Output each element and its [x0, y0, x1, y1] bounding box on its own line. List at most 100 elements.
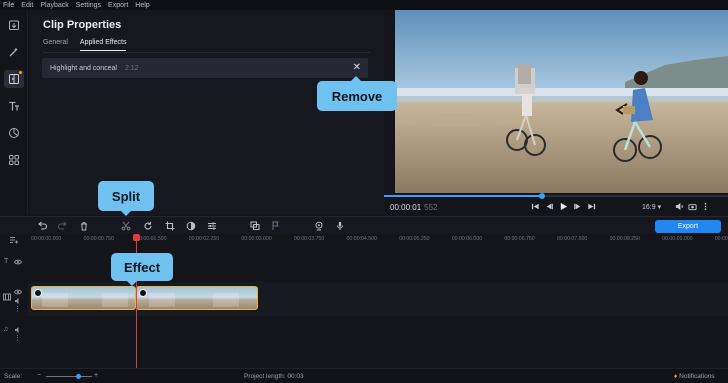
ruler-tick-label: 00:00:05.250 [399, 236, 430, 242]
trash-icon [81, 222, 87, 231]
menu-settings[interactable]: Settings [76, 2, 101, 9]
playhead-handle[interactable] [133, 234, 140, 241]
redo-icon [58, 221, 67, 230]
remove-effect-button[interactable]: ✕ [353, 62, 361, 73]
clip-properties-panel: Clip Properties General Applied Effects … [29, 10, 384, 215]
ruler-tick-label: 00:00:03.750 [294, 236, 325, 242]
rotate-icon [144, 221, 152, 230]
skip-start-button[interactable] [530, 201, 540, 211]
more-tools-icon [9, 155, 19, 165]
crop-icon [165, 221, 175, 231]
text-track-icon: T [4, 258, 9, 265]
tab-general[interactable]: General [43, 39, 68, 51]
zoom-in-button[interactable]: + [94, 372, 98, 379]
video-frame [395, 10, 728, 193]
ruler-tick-label: 00:00:02.250 [188, 236, 220, 242]
applied-effect-row[interactable]: Highlight and conceal 2:12 ✕ [42, 58, 368, 78]
panel-title: Clip Properties [43, 19, 122, 31]
transitions-button[interactable] [4, 70, 24, 88]
play-button[interactable] [558, 201, 568, 211]
stickers-icon [9, 128, 19, 138]
project-length: Project length: 00:03 [244, 373, 304, 380]
video-clip-2[interactable] [136, 286, 258, 310]
aspect-ratio-select[interactable]: 16:9 ▾ [642, 203, 661, 211]
step-forward-button[interactable] [572, 201, 582, 211]
status-bar: Scale: − + Project length: 00:03 ♦ Notif… [0, 368, 728, 383]
scale-slider-handle[interactable] [75, 374, 81, 379]
preview-player: 00:00:01 552 16:9 ▾ [384, 10, 728, 215]
sliders-icon [208, 222, 216, 230]
ruler-tick-label: 00:00:04.500 [346, 236, 377, 242]
step-forward-icon [573, 203, 580, 209]
import-icon [9, 20, 19, 30]
add-track-icon [10, 237, 18, 244]
play-icon [560, 202, 567, 210]
color-adjust-icon [186, 221, 196, 231]
export-button[interactable]: Export [655, 220, 721, 233]
bell-icon: ♦ [674, 373, 678, 380]
menu-bar: File Edit Playback Settings Export Help [0, 0, 728, 10]
effect-callout: Effect [111, 253, 173, 286]
more-options-button[interactable] [700, 201, 710, 211]
snapshot-button[interactable] [687, 201, 697, 211]
playback-progress-bar[interactable] [384, 193, 728, 199]
step-back-button[interactable] [544, 201, 554, 211]
ruler-tick-label: 00:00:06.000 [451, 236, 483, 242]
ruler-tick-label: 00:00:00.000 [31, 236, 62, 242]
import-button[interactable] [4, 16, 24, 34]
timeline-toolbar: Export [0, 216, 728, 234]
undo-button[interactable] [36, 220, 48, 232]
video-more-icon[interactable]: ⋮ [14, 305, 21, 313]
audio-more-icon[interactable]: ⋮ [14, 334, 21, 342]
video-clip-1[interactable] [31, 286, 136, 310]
clip-effect-star-icon [139, 289, 147, 297]
skip-end-icon [587, 203, 595, 209]
timeline-ruler[interactable]: 00:00:00.000 00:00:00.750 00:00:01.500 00:0… [0, 234, 728, 246]
more-vertical-icon [704, 202, 706, 210]
transitions-icon [9, 74, 19, 84]
volume-icon [675, 202, 683, 210]
scissors-icon [121, 221, 131, 231]
volume-button[interactable] [674, 201, 684, 211]
divider [43, 52, 370, 53]
record-webcam-button[interactable] [313, 220, 325, 232]
tab-applied-effects[interactable]: Applied Effects [79, 39, 127, 51]
playback-scrubber-handle[interactable] [539, 193, 546, 199]
overlay-button[interactable] [249, 220, 261, 232]
overlay-icon [250, 221, 260, 230]
ruler-tick-label: 00:00:08.250 [609, 236, 640, 242]
video-track[interactable] [28, 282, 728, 316]
menu-playback[interactable]: Playback [40, 2, 68, 9]
audio-track[interactable] [28, 316, 728, 368]
filters-button[interactable] [4, 43, 24, 61]
properties-tabs: General Applied Effects [43, 39, 138, 51]
stickers-button[interactable] [4, 124, 24, 142]
more-tools-button[interactable] [4, 151, 24, 169]
record-audio-button[interactable] [334, 220, 346, 232]
menu-file[interactable]: File [3, 2, 14, 9]
split-button[interactable] [120, 220, 132, 232]
color-adjust-button[interactable] [185, 220, 197, 232]
magic-wand-icon [9, 47, 18, 57]
delete-button[interactable] [78, 220, 90, 232]
marker-button[interactable] [270, 220, 282, 232]
timeline-scale-slider[interactable] [46, 374, 92, 379]
ruler-tick-label: 00:00:09.75 [714, 236, 728, 242]
notifications-button[interactable]: ♦ Notifications [674, 373, 715, 380]
rotate-button[interactable] [142, 220, 154, 232]
skip-end-button[interactable] [586, 201, 596, 211]
titles-button[interactable] [4, 97, 24, 115]
menu-export[interactable]: Export [108, 2, 128, 9]
zoom-out-button[interactable]: − [37, 372, 41, 379]
menu-help[interactable]: Help [135, 2, 149, 9]
redo-button[interactable] [57, 220, 69, 232]
crop-button[interactable] [164, 220, 176, 232]
effect-duration: 2:12 [124, 64, 139, 72]
ruler-tick-label: 00:00:03.000 [241, 236, 272, 242]
menu-edit[interactable]: Edit [21, 2, 33, 9]
tool-sidebar [0, 10, 28, 215]
add-track-button[interactable] [8, 234, 20, 246]
video-track-icon [3, 293, 11, 303]
visibility-eye-icon[interactable] [13, 258, 23, 268]
clip-properties-button[interactable] [206, 220, 218, 232]
